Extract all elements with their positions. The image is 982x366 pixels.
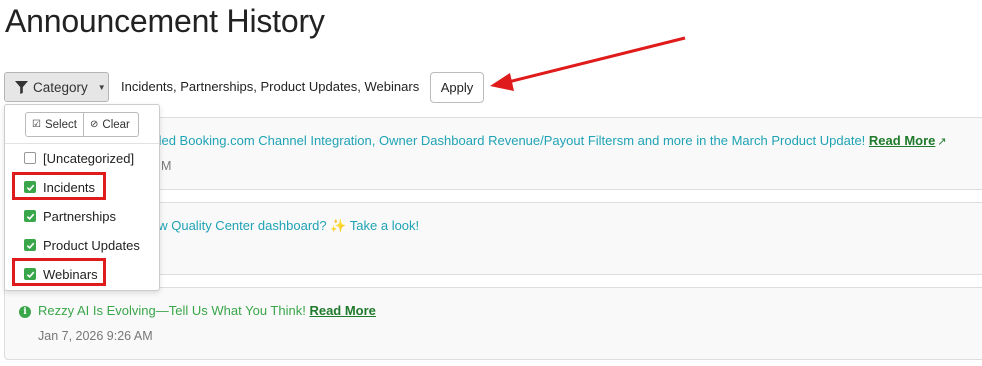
category-option-product-updates[interactable]: Product Updates [24,235,140,255]
caret-down-icon: ▼ [97,82,106,92]
announcement-text: Rezzy AI Is Evolving—Tell Us What You Th… [38,303,306,318]
category-option-label: Incidents [43,179,96,195]
category-option-partnerships[interactable]: Partnerships [24,206,116,226]
category-option-label: Product Updates [43,237,140,253]
dropdown-actions: ☑ Select ⊘ Clear [25,112,139,137]
selected-categories-summary: Incidents, Partnerships, Product Updates… [121,79,420,94]
announcement-date: M [161,159,172,173]
category-option-label: [Uncategorized] [43,150,135,166]
announcement-message: Rezzy AI Is Evolving—Tell Us What You Th… [38,303,376,318]
filter-bar: Category ▼ [4,72,109,102]
announcement-message: nded Booking.com Channel Integration, Ow… [147,133,947,148]
select-all-label: Select [44,118,77,131]
category-option-label: Partnerships [43,208,116,224]
clear-button[interactable]: ⊘ Clear [84,112,139,137]
checkbox-unchecked-icon[interactable] [24,152,36,164]
checkbox-checked-icon[interactable] [24,239,36,251]
category-label: Category [33,79,88,95]
announcement-text: ew Quality Center dashboard? ✨ Take a lo… [151,218,420,233]
funnel-icon [15,80,28,94]
announcement-date: Jan 7, 2026 9:26 AM [38,329,153,343]
read-more-link[interactable]: Read More [869,133,935,148]
category-option-incidents[interactable]: Incidents [24,177,95,197]
dropdown-divider [5,143,159,144]
announcement-text: nded Booking.com Channel Integration, Ow… [147,133,866,148]
checkbox-checked-icon[interactable] [24,210,36,222]
checkbox-icon: ☑ [32,119,41,130]
checkbox-checked-icon[interactable] [24,181,36,193]
ban-icon: ⊘ [90,119,99,130]
category-filter-button[interactable]: Category ▼ [4,72,109,102]
clear-label: Clear [102,118,130,131]
select-all-button[interactable]: ☑ Select [25,112,84,137]
announcement-message: ew Quality Center dashboard? ✨ Take a lo… [151,218,419,234]
category-option-label: Webinars [43,266,98,282]
info-icon: i [19,306,31,318]
checkbox-checked-icon[interactable] [24,268,36,280]
category-option-webinars[interactable]: Webinars [24,264,98,284]
read-more-link[interactable]: Read More [309,303,375,318]
external-link-icon: ↗ [937,136,947,148]
page-title: Announcement History [5,3,325,39]
apply-button[interactable]: Apply [430,72,484,103]
category-dropdown-menu: ☑ Select ⊘ Clear [Uncategorized] Inciden… [4,104,160,291]
category-option-uncategorized[interactable]: [Uncategorized] [24,148,134,168]
announcement-card: i Rezzy AI Is Evolving—Tell Us What You … [4,287,982,360]
